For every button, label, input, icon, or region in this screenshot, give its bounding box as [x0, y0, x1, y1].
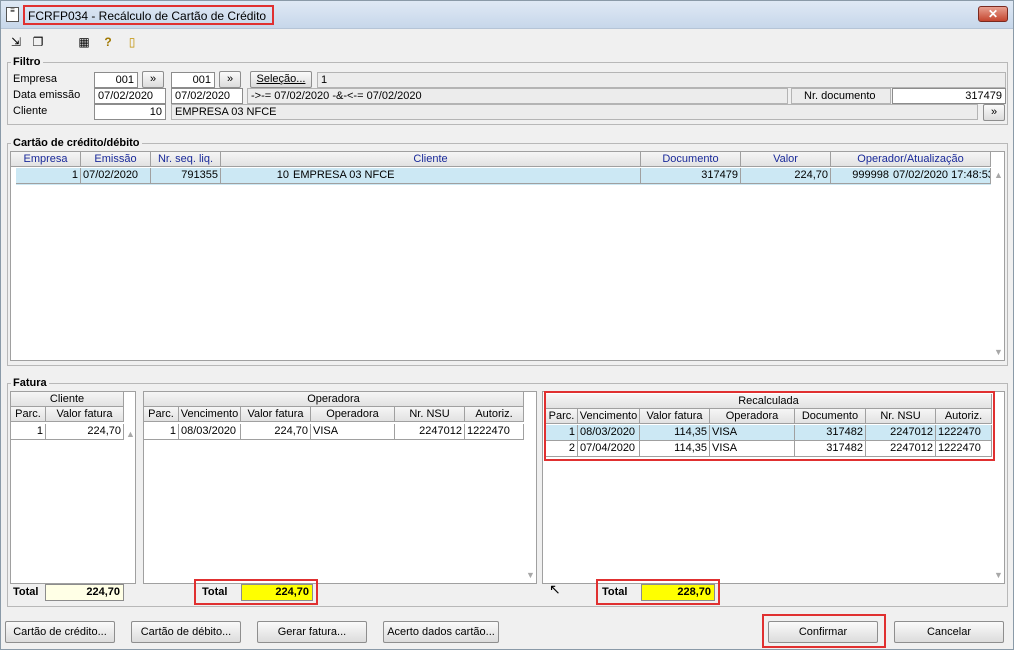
cartao-grid[interactable]: Empresa Emissão Nr. seq. liq. Cliente Do…	[10, 151, 1005, 361]
fatura-cliente-grid[interactable]: Cliente Parc. Valor fatura 1 224,70 ▲	[10, 391, 136, 584]
export-icon[interactable]: ⇲	[9, 35, 23, 49]
operadora-total-value: 224,70	[241, 584, 313, 601]
fatura-legend: Fatura	[11, 377, 49, 389]
title-bar: ≡ FCRFP034 - Recálculo de Cartão de Créd…	[1, 1, 1013, 29]
cliente-code-field[interactable]: 10	[94, 104, 166, 120]
recalculada-total-label: Total	[602, 586, 628, 598]
scroll-down-icon[interactable]: ▼	[526, 570, 535, 580]
col-operador[interactable]: Operador/Atualização	[831, 152, 991, 167]
cliente-grid-title: Cliente	[11, 392, 124, 407]
cancelar-button[interactable]: Cancelar	[894, 621, 1004, 643]
operadora-row-autoriz: 1222470	[465, 424, 524, 440]
row-documento: 317479	[641, 168, 741, 184]
operadora-row-parc: 1	[144, 424, 179, 440]
fatura-operadora-grid[interactable]: Operadora Parc. Vencimento Valor fatura …	[143, 391, 537, 584]
data-to-field[interactable]: 07/02/2020	[171, 88, 243, 104]
empresa-label: Empresa	[13, 73, 58, 85]
exit-door-icon[interactable]: ▯	[125, 35, 139, 49]
col-autoriz[interactable]: Autoriz.	[465, 407, 524, 422]
row-cliente-name: EMPRESA 03 NFCE	[291, 168, 641, 184]
row-atualizacao: 07/02/2020 17:48:53	[891, 168, 991, 184]
data-from-field[interactable]: 07/02/2020	[94, 88, 166, 104]
operadora-total-label: Total	[202, 586, 228, 598]
operadora-row-valor: 224,70	[241, 424, 311, 440]
nrdoc-field[interactable]: 317479	[892, 88, 1006, 104]
empresa-from-jump-button[interactable]: »	[142, 71, 164, 88]
mouse-cursor-icon: ↖	[549, 581, 561, 597]
cartao-credito-button[interactable]: Cartão de crédito...	[5, 621, 115, 643]
col-valor[interactable]: Valor	[741, 152, 831, 167]
operadora-grid-title: Operadora	[144, 392, 524, 407]
scroll-down-icon[interactable]: ▼	[994, 347, 1003, 357]
scroll-up-icon[interactable]: ▲	[126, 429, 135, 439]
cliente-label: Cliente	[13, 105, 48, 117]
data-emissao-label: Data emissão	[13, 89, 81, 101]
copy-icon[interactable]: ❐	[31, 35, 45, 49]
selecao-button[interactable]: Seleção...	[250, 71, 312, 88]
scroll-down-icon[interactable]: ▼	[994, 570, 1003, 580]
cliente-total-label: Total	[13, 586, 39, 598]
cliente-row-valor: 224,70	[46, 424, 124, 440]
empresa-to-field[interactable]: 001	[171, 72, 215, 88]
col-operadora[interactable]: Operadora	[311, 407, 395, 422]
col-cliente[interactable]: Cliente	[221, 152, 641, 167]
operadora-row-operadora: VISA	[311, 424, 395, 440]
selecao-value: 1	[317, 72, 1006, 88]
table-row[interactable]: 1 07/02/2020 791355 10 EMPRESA 03 NFCE 3…	[16, 168, 991, 185]
recalculada-total-value: 228,70	[641, 584, 715, 601]
cliente-name: EMPRESA 03 NFCE	[171, 104, 978, 120]
row-emissao: 07/02/2020	[81, 168, 151, 184]
calendar-icon[interactable]: ▦	[77, 35, 91, 49]
col-parc[interactable]: Parc.	[144, 407, 179, 422]
row-seq: 791355	[151, 168, 221, 184]
help-icon[interactable]: ?	[101, 35, 115, 49]
col-emissao[interactable]: Emissão	[81, 152, 151, 167]
col-valor-fatura[interactable]: Valor fatura	[241, 407, 311, 422]
row-empresa: 1	[16, 168, 81, 184]
col-nsu[interactable]: Nr. NSU	[395, 407, 465, 422]
gerar-fatura-button[interactable]: Gerar fatura...	[257, 621, 367, 643]
data-expression: ->-= 07/02/2020 -&-<-= 07/02/2020	[247, 88, 788, 104]
confirmar-button[interactable]: Confirmar	[768, 621, 878, 643]
window-title: FCRFP034 - Recálculo de Cartão de Crédit…	[23, 5, 275, 25]
scroll-up-icon[interactable]: ▲	[994, 170, 1003, 180]
app-icon: ≡	[6, 7, 19, 22]
cliente-row-parc: 1	[11, 424, 46, 440]
col-seq[interactable]: Nr. seq. liq.	[151, 152, 221, 167]
row-valor: 224,70	[741, 168, 831, 184]
col-valor-fatura[interactable]: Valor fatura	[46, 407, 124, 422]
row-operador: 999998	[831, 168, 891, 184]
col-parc[interactable]: Parc.	[11, 407, 46, 422]
col-vencimento[interactable]: Vencimento	[179, 407, 241, 422]
cliente-total-value: 224,70	[45, 584, 124, 601]
nrdoc-label: Nr. documento	[791, 88, 891, 104]
recalculada-highlight	[544, 391, 995, 461]
row-cliente-code: 10	[221, 168, 291, 184]
col-documento[interactable]: Documento	[641, 152, 741, 167]
acerto-dados-button[interactable]: Acerto dados cartão...	[383, 621, 499, 643]
cartao-debito-button[interactable]: Cartão de débito...	[131, 621, 241, 643]
close-button[interactable]: ✕	[978, 6, 1008, 22]
col-empresa[interactable]: Empresa	[11, 152, 81, 167]
operadora-row-nsu: 2247012	[395, 424, 465, 440]
filtro-legend: Filtro	[11, 56, 43, 68]
empresa-to-jump-button[interactable]: »	[219, 71, 241, 88]
main-window: ≡ FCRFP034 - Recálculo de Cartão de Créd…	[0, 0, 1014, 650]
empresa-from-field[interactable]: 001	[94, 72, 138, 88]
cliente-jump-button[interactable]: »	[983, 104, 1005, 121]
cartao-legend: Cartão de crédito/débito	[11, 137, 142, 149]
operadora-row-venc: 08/03/2020	[179, 424, 241, 440]
